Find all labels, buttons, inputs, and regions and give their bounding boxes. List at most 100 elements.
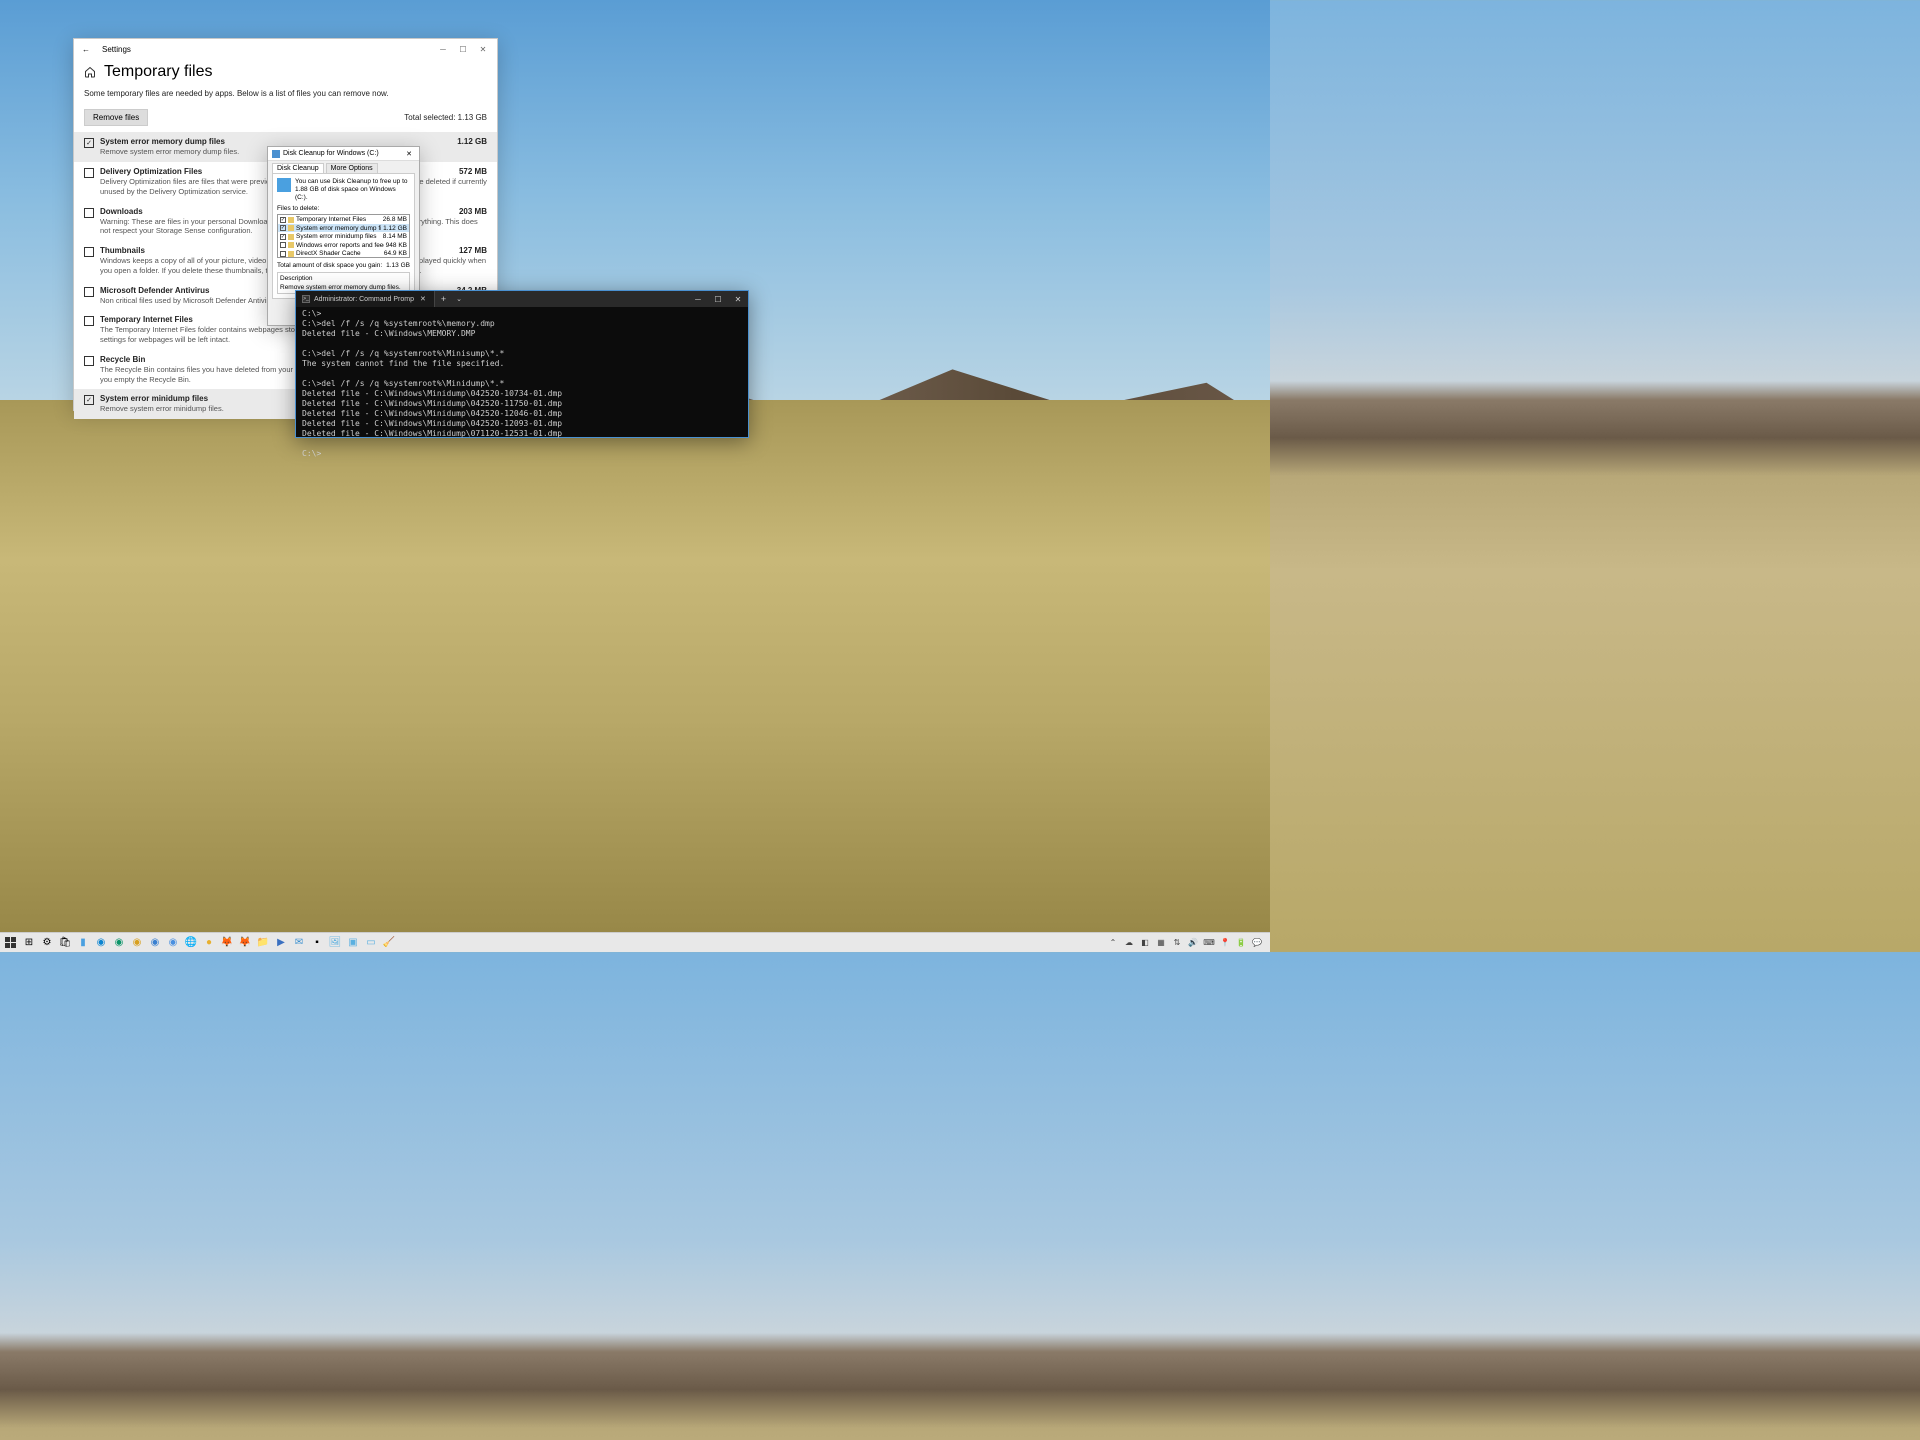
checkbox[interactable] (84, 287, 94, 297)
file-icon (288, 217, 294, 223)
taskbar-edge-dev-icon[interactable]: ◉ (110, 934, 128, 952)
taskbar-edge-canary-icon[interactable]: ◉ (128, 934, 146, 952)
total-gain-value: 1.13 GB (386, 262, 410, 269)
taskbar-app-icon[interactable]: ◉ (146, 934, 164, 952)
tray-network-icon[interactable]: ⇅ (1170, 936, 1184, 950)
dc-file-size: 1.12 GB (383, 225, 407, 232)
tray-app-icon[interactable]: ◧ (1138, 936, 1152, 950)
taskbar-powershell-icon[interactable]: ▶ (272, 934, 290, 952)
tray-action-center-icon[interactable]: 💬 (1250, 936, 1264, 950)
dc-file-name: System error memory dump files (296, 225, 381, 232)
file-item-size: 572 MB (459, 167, 487, 176)
file-item-title: Recycle Bin (100, 355, 145, 364)
file-item-title: System error minidump files (100, 394, 208, 403)
taskbar-terminal-icon[interactable]: ▪ (308, 934, 326, 952)
file-item-title: Delivery Optimization Files (100, 167, 202, 176)
file-item-size: 1.12 GB (457, 137, 487, 146)
file-icon (288, 251, 294, 257)
dc-file-size: 948 KB (386, 242, 407, 249)
taskbar-chromium-icon[interactable]: ◉ (164, 934, 182, 952)
file-item-size: 203 MB (459, 207, 487, 216)
checkbox[interactable] (280, 242, 286, 248)
tab-more-options[interactable]: More Options (326, 163, 378, 173)
taskbar-explorer-icon[interactable]: 📁 (254, 934, 272, 952)
taskbar-app3-icon[interactable]: ▭ (362, 934, 380, 952)
task-view-button[interactable]: ⊞ (20, 934, 38, 952)
remove-files-button[interactable]: Remove files (84, 109, 148, 126)
maximize-button[interactable]: ☐ (453, 45, 473, 54)
checkbox[interactable]: ✓ (84, 138, 94, 148)
taskbar-photos-icon[interactable]: 🖼 (326, 934, 344, 952)
cmd-icon: >_ (302, 295, 310, 303)
tray-location-icon[interactable]: 📍 (1218, 936, 1232, 950)
taskbar-firefox-icon[interactable]: 🦊 (218, 934, 236, 952)
taskbar-app2-icon[interactable]: ▣ (344, 934, 362, 952)
dc-file-row[interactable]: ✓Temporary Internet Files26.8 MB (278, 215, 409, 224)
checkbox[interactable]: ✓ (280, 217, 286, 223)
close-button[interactable]: ✕ (728, 295, 748, 304)
file-item-title: Downloads (100, 207, 143, 216)
taskbar-chrome-icon[interactable]: 🌐 (182, 934, 200, 952)
checkbox[interactable] (84, 316, 94, 326)
terminal-output[interactable]: C:\> C:\>del /f /s /q %systemroot%\memor… (296, 307, 748, 461)
taskbar-mail-icon[interactable]: ✉ (290, 934, 308, 952)
checkbox[interactable]: ✓ (84, 395, 94, 405)
checkbox[interactable] (84, 208, 94, 218)
drive-icon (277, 178, 291, 192)
new-tab-button[interactable]: + (435, 294, 452, 304)
checkbox[interactable]: ✓ (280, 225, 286, 231)
dc-file-size: 64.9 KB (384, 250, 407, 257)
taskbar-edge-icon[interactable]: ◉ (92, 934, 110, 952)
dc-file-row[interactable]: ✓ System error memory dump files1.12 GB (278, 224, 409, 233)
settings-titlebar[interactable]: ← Settings ─ ☐ ✕ (74, 39, 497, 59)
close-button[interactable]: ✕ (473, 45, 493, 54)
total-gain-label: Total amount of disk space you gain: (277, 262, 382, 269)
terminal-tab-title: Administrator: Command Promp (314, 296, 414, 303)
page-description: Some temporary files are needed by apps.… (84, 89, 487, 99)
checkbox[interactable] (84, 168, 94, 178)
taskbar: ⊞ ⚙ 🛍 ▮ ◉ ◉ ◉ ◉ ◉ 🌐 ● 🦊 🦊 📁 ▶ ✉ ▪ 🖼 ▣ ▭ … (0, 932, 1270, 952)
taskbar-store-icon[interactable]: 🛍 (56, 934, 74, 952)
file-item-title: Thumbnails (100, 246, 145, 255)
file-icon (288, 234, 294, 240)
checkbox[interactable]: ✓ (280, 234, 286, 240)
back-button[interactable]: ← (78, 45, 94, 54)
tray-app2-icon[interactable]: ▦ (1154, 936, 1168, 950)
close-button[interactable]: ✕ (403, 150, 415, 158)
file-icon (288, 225, 294, 231)
minimize-button[interactable]: ─ (688, 295, 708, 304)
terminal-tab[interactable]: >_ Administrator: Command Promp ✕ (296, 291, 435, 307)
taskbar-settings-icon[interactable]: ⚙ (38, 934, 56, 952)
settings-app-title: Settings (94, 45, 433, 54)
tab-close-button[interactable]: ✕ (418, 295, 428, 303)
dc-file-name: DirectX Shader Cache (296, 250, 382, 257)
checkbox[interactable] (280, 251, 286, 257)
total-selected-label: Total selected: 1.13 GB (404, 113, 487, 122)
dc-file-name: Windows error reports and feedback di... (296, 242, 384, 249)
checkbox[interactable] (84, 356, 94, 366)
taskbar-disk-cleanup-icon[interactable]: 🧹 (380, 934, 398, 952)
dc-file-row[interactable]: ✓System error minidump files8.14 MB (278, 232, 409, 241)
taskbar-widgets-icon[interactable]: ▮ (74, 934, 92, 952)
disk-cleanup-file-list[interactable]: ✓Temporary Internet Files26.8 MB✓System … (277, 214, 410, 258)
dc-file-row[interactable]: DirectX Shader Cache64.9 KB (278, 249, 409, 258)
dc-file-row[interactable]: Windows error reports and feedback di...… (278, 241, 409, 250)
start-button[interactable] (2, 934, 20, 952)
minimize-button[interactable]: ─ (433, 45, 453, 54)
tab-dropdown-button[interactable]: ⌄ (452, 295, 466, 303)
home-icon[interactable] (84, 66, 96, 78)
maximize-button[interactable]: ☐ (708, 295, 728, 304)
tray-overflow-button[interactable]: ⌃ (1106, 936, 1120, 950)
tray-language-icon[interactable]: ⌨ (1202, 936, 1216, 950)
dc-file-name: System error minidump files (296, 233, 381, 240)
terminal-titlebar[interactable]: >_ Administrator: Command Promp ✕ + ⌄ ─ … (296, 291, 748, 307)
disk-cleanup-titlebar[interactable]: Disk Cleanup for Windows (C:) ✕ (268, 147, 419, 161)
taskbar-firefox-nightly-icon[interactable]: 🦊 (236, 934, 254, 952)
tab-disk-cleanup[interactable]: Disk Cleanup (272, 163, 324, 173)
tray-battery-icon[interactable]: 🔋 (1234, 936, 1248, 950)
tray-onedrive-icon[interactable]: ☁ (1122, 936, 1136, 950)
files-to-delete-label: Files to delete: (277, 205, 410, 212)
checkbox[interactable] (84, 247, 94, 257)
taskbar-chrome-canary-icon[interactable]: ● (200, 934, 218, 952)
tray-volume-icon[interactable]: 🔊 (1186, 936, 1200, 950)
